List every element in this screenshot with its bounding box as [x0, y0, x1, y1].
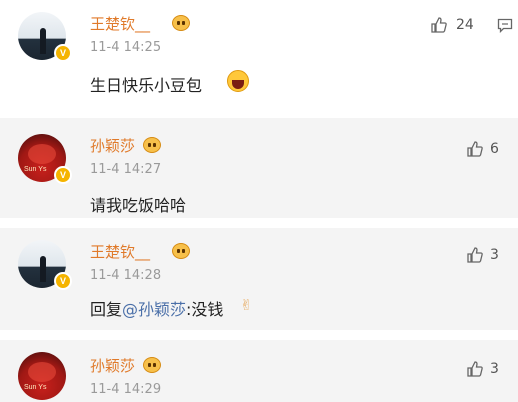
verified-badge-icon: V: [54, 272, 72, 290]
divider: [0, 218, 518, 228]
username[interactable]: 王楚钦__: [90, 241, 150, 262]
username[interactable]: 孙颖莎: [90, 355, 135, 376]
victory-hand-emoji-icon: ✌: [240, 296, 253, 314]
divider: [0, 330, 518, 340]
comment-text: 生日快乐小豆包: [90, 76, 203, 95]
reply-prefix: 回复: [90, 300, 123, 319]
reply-item: Sun Ys V 孙颖莎 11-4 14:27 请我吃饭哈哈 6: [0, 118, 518, 218]
avatar[interactable]: Sun Ys: [18, 352, 66, 400]
like-count: 3: [490, 247, 499, 263]
timestamp: 11-4 14:25: [90, 40, 162, 55]
username[interactable]: 孙颖莎: [90, 135, 135, 156]
timestamp: 11-4 14:29: [90, 382, 162, 397]
reply-text: 回复@孙颖莎:没钱: [90, 296, 223, 320]
thumbs-up-icon[interactable]: [466, 140, 484, 158]
like-count: 6: [490, 141, 499, 157]
crown-emoji-icon: [143, 137, 161, 153]
thumbs-up-icon[interactable]: [430, 16, 448, 34]
like-count: 24: [456, 17, 474, 33]
reply-item: V 王楚钦__ 11-4 14:28 回复@孙颖莎:没钱 ✌ 3: [0, 228, 518, 330]
thumbs-up-icon[interactable]: [466, 360, 484, 378]
thumbs-up-icon[interactable]: [466, 246, 484, 264]
timestamp: 11-4 14:27: [90, 162, 162, 177]
like-count: 3: [490, 361, 499, 377]
comment-item: V 王楚钦__ 11-4 14:25 生日快乐小豆包 24: [0, 0, 518, 118]
comment-icon[interactable]: [497, 17, 513, 33]
reply-body: :没钱: [186, 300, 224, 319]
verified-badge-icon: V: [54, 166, 72, 184]
crown-emoji-icon: [143, 357, 161, 373]
crown-emoji-icon: [172, 243, 190, 259]
reply-item: Sun Ys 孙颖莎 11-4 14:29 3: [0, 340, 518, 402]
username[interactable]: 王楚钦__: [90, 13, 150, 34]
mention-link[interactable]: @孙颖莎: [122, 300, 186, 319]
crown-emoji-icon: [172, 15, 190, 31]
timestamp: 11-4 14:28: [90, 268, 162, 283]
comment-text: 请我吃饭哈哈: [90, 196, 187, 215]
verified-badge-icon: V: [54, 44, 72, 62]
laughing-emoji-icon: [227, 70, 249, 92]
